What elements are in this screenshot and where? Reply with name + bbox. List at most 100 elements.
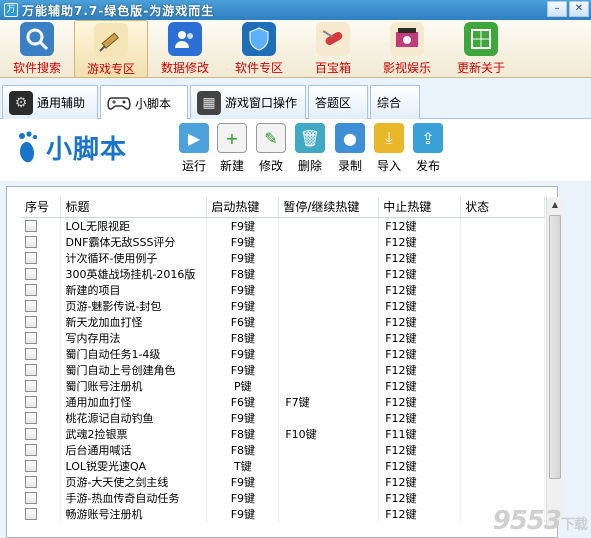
row-checkbox[interactable] bbox=[25, 220, 37, 232]
record-button[interactable]: ● 录制 bbox=[330, 123, 370, 174]
nav-software-search[interactable]: 软件搜索 bbox=[0, 20, 74, 78]
row-stop-hotkey: F12键 bbox=[378, 473, 462, 490]
syringe-icon bbox=[94, 23, 128, 57]
table-row[interactable]: 新天龙加血打怪 F6键 F12键 bbox=[21, 313, 545, 330]
tool-label: 导入 bbox=[376, 159, 401, 173]
new-button[interactable]: + 新建 bbox=[212, 123, 252, 174]
row-checkbox[interactable] bbox=[25, 444, 37, 456]
nav-label: 数据修改 bbox=[160, 61, 209, 75]
row-checkbox[interactable] bbox=[25, 460, 37, 472]
row-checkbox[interactable] bbox=[25, 492, 37, 504]
nav-treasure-box[interactable]: 百宝箱 bbox=[296, 20, 370, 78]
import-button[interactable]: ⤓ 导入 bbox=[369, 123, 409, 174]
tab-small-script[interactable]: 小脚本 bbox=[100, 85, 188, 120]
tool-label: 发布 bbox=[415, 159, 440, 173]
row-checkbox-cell bbox=[21, 265, 62, 282]
nav-software-zone[interactable]: 软件专区 bbox=[222, 20, 296, 78]
row-checkbox[interactable] bbox=[25, 332, 37, 344]
row-checkbox[interactable] bbox=[25, 428, 37, 440]
row-checkbox[interactable] bbox=[25, 300, 37, 312]
publish-button[interactable]: ⇪ 发布 bbox=[408, 123, 448, 174]
table-row[interactable]: 桃花源记自动钓鱼 F9键 F12键 bbox=[21, 409, 545, 426]
table-row[interactable]: 手游-热血传奇自动任务 F9键 F12键 bbox=[21, 489, 545, 506]
row-title: 页游-魅影传说-封包 bbox=[60, 297, 208, 314]
row-checkbox[interactable] bbox=[25, 348, 37, 360]
nav-label: 游戏专区 bbox=[86, 62, 135, 76]
row-checkbox[interactable] bbox=[25, 316, 37, 328]
edit-icon: ✎ bbox=[256, 123, 286, 153]
scroll-up-arrow-icon[interactable]: ▲ bbox=[547, 197, 563, 213]
import-icon: ⤓ bbox=[374, 123, 404, 153]
row-pause-hotkey bbox=[278, 377, 380, 394]
table-row[interactable]: 后台通用喊话 F8键 F12键 bbox=[21, 441, 545, 458]
delete-button[interactable]: 🗑 删除 bbox=[290, 123, 330, 174]
row-start-hotkey: F6键 bbox=[206, 393, 280, 410]
table-row[interactable]: 蜀门账号注册机 P键 F12键 bbox=[21, 377, 545, 394]
row-pause-hotkey bbox=[278, 505, 380, 522]
row-start-hotkey: F9键 bbox=[206, 249, 280, 266]
column-header-stop-hotkey[interactable]: 中止热键 bbox=[378, 197, 462, 218]
table-row[interactable]: 页游-魅影传说-封包 F9键 F12键 bbox=[21, 297, 545, 314]
edit-button[interactable]: ✎ 修改 bbox=[251, 123, 291, 174]
minimize-button[interactable]: – bbox=[547, 1, 567, 17]
column-header-pause-hotkey[interactable]: 暂停/继续热键 bbox=[278, 197, 380, 218]
nav-entertainment[interactable]: 影视娱乐 bbox=[370, 20, 444, 78]
vertical-scrollbar[interactable]: ▲ bbox=[546, 197, 562, 527]
nav-game-zone[interactable]: 游戏专区 bbox=[74, 20, 148, 78]
row-checkbox[interactable] bbox=[25, 476, 37, 488]
row-status bbox=[460, 265, 545, 282]
tab-quiz[interactable]: 答题区 bbox=[308, 85, 368, 119]
row-status bbox=[460, 457, 545, 474]
table-row[interactable]: 页游-大天使之剑主线 F9键 F12键 bbox=[21, 473, 545, 490]
table-row[interactable]: 蜀门自动任务1-4级 F9键 F12键 bbox=[21, 345, 545, 362]
row-checkbox-cell bbox=[21, 409, 62, 426]
table-row[interactable]: 通用加血打怪 F6键 F7键 F12键 bbox=[21, 393, 545, 410]
row-checkbox[interactable] bbox=[25, 508, 37, 520]
row-checkbox[interactable] bbox=[25, 284, 37, 296]
row-stop-hotkey: F12键 bbox=[378, 409, 462, 426]
row-start-hotkey: F9键 bbox=[206, 297, 280, 314]
table-row[interactable]: 武魂2捡银票 F8键 F10键 F11键 bbox=[21, 425, 545, 442]
table-row[interactable]: LOL无限视距 F9键 F12键 bbox=[21, 217, 545, 234]
table-row[interactable]: 写内存用法 F8键 F12键 bbox=[21, 329, 545, 346]
row-pause-hotkey bbox=[278, 489, 380, 506]
run-button[interactable]: ▶ 运行 bbox=[174, 123, 214, 174]
row-checkbox[interactable] bbox=[25, 268, 37, 280]
table-row[interactable]: 新建的项目 F9键 F12键 bbox=[21, 281, 545, 298]
table-row[interactable]: 300英雄战场挂机-2016版 F8键 F12键 bbox=[21, 265, 545, 282]
column-header-status[interactable]: 状态 bbox=[460, 197, 545, 218]
nav-update-about[interactable]: 更新关于 bbox=[444, 20, 518, 78]
row-title: 计次循环-使用例子 bbox=[60, 249, 208, 266]
column-header-start-hotkey[interactable]: 启动热键 bbox=[206, 197, 280, 218]
table-row[interactable]: LOL锐雯光速QA T键 F12键 bbox=[21, 457, 545, 474]
script-table: 序号 标题 启动热键 暂停/继续热键 中止热键 状态 LOL无限视距 F9键 F12… bbox=[21, 197, 545, 522]
tab-game-window[interactable]: ▦ 游戏窗口操作 bbox=[190, 85, 306, 119]
tab-general-assist[interactable]: ⚙ 通用辅助 bbox=[2, 85, 98, 119]
table-row[interactable]: 计次循环-使用例子 F9键 F12键 bbox=[21, 249, 545, 266]
table-row[interactable]: 蜀门自动上号创建角色 F9键 F12键 bbox=[21, 361, 545, 378]
nav-data-modify[interactable]: 数据修改 bbox=[148, 20, 222, 78]
row-checkbox[interactable] bbox=[25, 380, 37, 392]
row-checkbox[interactable] bbox=[25, 412, 37, 424]
search-icon bbox=[20, 22, 54, 56]
table-row[interactable]: DNF霸体无敌SSS评分 F9键 F12键 bbox=[21, 233, 545, 250]
row-stop-hotkey: F12键 bbox=[378, 505, 462, 522]
column-header-index[interactable]: 序号 bbox=[21, 197, 62, 218]
row-start-hotkey: F8键 bbox=[206, 425, 280, 442]
row-checkbox[interactable] bbox=[25, 396, 37, 408]
column-header-title[interactable]: 标题 bbox=[60, 197, 208, 218]
row-stop-hotkey: F11键 bbox=[378, 425, 462, 442]
row-stop-hotkey: F12键 bbox=[378, 345, 462, 362]
row-checkbox[interactable] bbox=[25, 236, 37, 248]
row-pause-hotkey bbox=[278, 281, 380, 298]
scrollbar-thumb[interactable] bbox=[549, 215, 561, 479]
row-title: 蜀门账号注册机 bbox=[60, 377, 208, 394]
table-row[interactable]: 畅游账号注册机 F9键 F12键 bbox=[21, 505, 545, 522]
row-status bbox=[460, 489, 545, 506]
row-checkbox[interactable] bbox=[25, 364, 37, 376]
tab-misc[interactable]: 综合 bbox=[370, 85, 420, 119]
row-status bbox=[460, 217, 545, 234]
row-checkbox[interactable] bbox=[25, 252, 37, 264]
close-button[interactable]: ✕ bbox=[569, 1, 589, 17]
row-checkbox-cell bbox=[21, 505, 62, 522]
